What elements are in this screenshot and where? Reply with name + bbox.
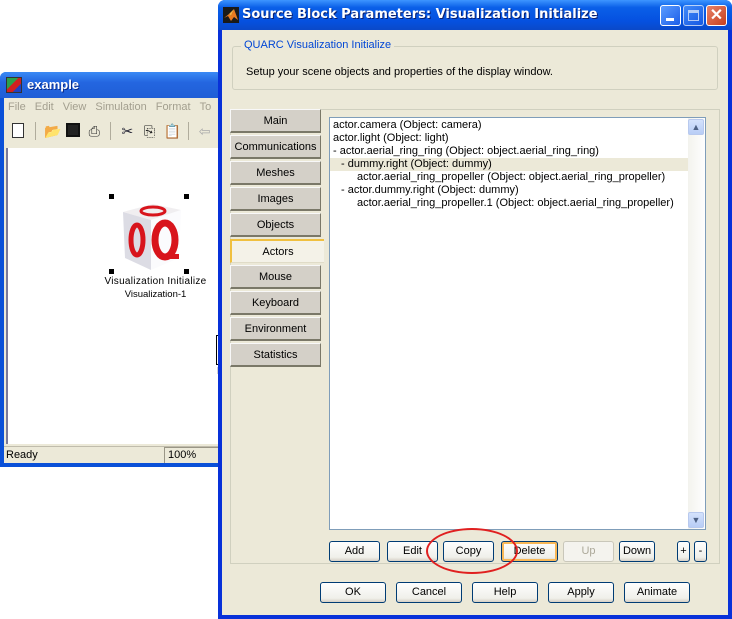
block-type-label: Visualization Initialize xyxy=(104,276,207,287)
copy-icon[interactable]: ⎘ xyxy=(141,123,157,139)
up-button[interactable]: Up xyxy=(563,541,614,562)
group-title: QUARC Visualization Initialize xyxy=(241,39,395,51)
selection-handle[interactable] xyxy=(109,194,114,199)
list-item[interactable]: actor.aerial_ring_propeller.1 (Object: o… xyxy=(330,197,688,210)
menu-file[interactable]: File xyxy=(8,98,26,116)
tab-strip: Main Communications Meshes Images Object… xyxy=(230,109,324,369)
simulink-window-title: example xyxy=(27,77,80,92)
tab-mouse[interactable]: Mouse xyxy=(230,265,321,289)
delete-button[interactable]: Delete xyxy=(501,541,558,562)
maximize-icon xyxy=(688,10,699,21)
cut-icon[interactable]: ✂ xyxy=(119,123,135,139)
selection-handle[interactable] xyxy=(109,269,114,274)
block-parameters-dialog: Source Block Parameters: Visualization I… xyxy=(218,0,732,619)
open-folder-icon[interactable]: 📂 xyxy=(44,123,61,139)
close-icon: ✕ xyxy=(709,7,724,24)
cancel-button[interactable]: Cancel xyxy=(396,582,462,603)
status-bar: Ready 100% xyxy=(4,446,224,463)
menu-view[interactable]: View xyxy=(63,98,87,116)
simulink-app-icon xyxy=(6,77,22,93)
list-item[interactable]: actor.camera (Object: camera) xyxy=(330,119,688,132)
menu-simulation[interactable]: Simulation xyxy=(95,98,146,116)
simulink-toolbar: 📂 ⎙ ✂ ⎘ 📋 ⇦ xyxy=(4,118,222,144)
list-item-selected[interactable]: - dummy.right (Object: dummy) xyxy=(330,158,688,171)
paste-icon[interactable]: 📋 xyxy=(164,123,181,139)
block-name-label[interactable]: Visualization-1 xyxy=(88,289,223,300)
edit-button[interactable]: Edit xyxy=(387,541,438,562)
menu-edit[interactable]: Edit xyxy=(35,98,54,116)
back-arrow-icon[interactable]: ⇦ xyxy=(197,123,213,139)
status-text: Ready xyxy=(6,449,38,461)
maximize-button[interactable] xyxy=(683,5,704,26)
save-icon[interactable] xyxy=(66,123,81,137)
chevron-up-icon: ▲ xyxy=(691,122,701,132)
animate-button[interactable]: Animate xyxy=(624,582,690,603)
simulink-model-window: example File Edit View Simulation Format To 📂… xyxy=(0,72,226,467)
list-item[interactable]: actor.light (Object: light) xyxy=(330,132,688,145)
vertical-scrollbar[interactable]: ▲ ▼ xyxy=(688,118,705,529)
tab-actors[interactable]: Actors xyxy=(230,239,324,263)
toolbar-separator xyxy=(187,122,189,140)
tab-statistics[interactable]: Statistics xyxy=(230,343,321,367)
simulink-body: File Edit View Simulation Format To 📂 ⎙ ✂ ⎘ 📋… xyxy=(4,98,226,463)
list-item[interactable]: - actor.dummy.right (Object: dummy) xyxy=(330,184,688,197)
zoom-level: 100% xyxy=(164,447,224,463)
tab-communications[interactable]: Communications xyxy=(230,135,321,159)
dialog-title-bar[interactable]: Source Block Parameters: Visualization I… xyxy=(218,0,732,30)
chevron-down-icon: ▼ xyxy=(691,515,701,525)
tab-images[interactable]: Images xyxy=(230,187,321,211)
help-button[interactable]: Help xyxy=(472,582,538,603)
down-button[interactable]: Down xyxy=(619,541,655,562)
selection-handle[interactable] xyxy=(184,194,189,199)
new-file-icon[interactable] xyxy=(12,123,24,138)
scroll-up-button[interactable]: ▲ xyxy=(688,119,704,135)
minimize-button[interactable] xyxy=(660,5,681,26)
group-description: Setup your scene objects and properties … xyxy=(246,66,553,78)
matlab-logo-icon xyxy=(223,7,239,23)
dialog-title: Source Block Parameters: Visualization I… xyxy=(242,7,598,22)
simulink-menu-bar: File Edit View Simulation Format To xyxy=(4,98,222,116)
list-item[interactable]: actor.aerial_ring_propeller (Object: obj… xyxy=(330,171,688,184)
description-group: QUARC Visualization Initialize Setup you… xyxy=(232,39,718,90)
tab-environment[interactable]: Environment xyxy=(230,317,321,341)
toolbar-separator xyxy=(35,122,37,140)
add-button[interactable]: Add xyxy=(329,541,380,562)
print-icon[interactable]: ⎙ xyxy=(86,123,102,139)
toolbar-separator xyxy=(110,122,112,140)
tab-objects[interactable]: Objects xyxy=(230,213,321,237)
collapse-button[interactable]: - xyxy=(694,541,707,562)
actors-list[interactable]: actor.camera (Object: camera) actor.ligh… xyxy=(329,117,706,530)
minimize-icon xyxy=(666,18,674,21)
tab-main[interactable]: Main xyxy=(230,109,321,133)
model-canvas[interactable]: Visualization Initialize Visualization-1… xyxy=(6,148,226,444)
scroll-down-button[interactable]: ▼ xyxy=(688,512,704,528)
tab-keyboard[interactable]: Keyboard xyxy=(230,291,321,315)
copy-button[interactable]: Copy xyxy=(443,541,494,562)
quarc-cube-block-icon[interactable] xyxy=(115,200,185,272)
close-button[interactable]: ✕ xyxy=(706,5,727,26)
tab-meshes[interactable]: Meshes xyxy=(230,161,321,185)
list-item[interactable]: - actor.aerial_ring_ring (Object: object… xyxy=(330,145,688,158)
menu-tools[interactable]: To xyxy=(200,98,212,116)
simulink-title-bar[interactable]: example xyxy=(0,72,222,98)
ok-button[interactable]: OK xyxy=(320,582,386,603)
expand-button[interactable]: + xyxy=(677,541,690,562)
apply-button[interactable]: Apply xyxy=(548,582,614,603)
dialog-body: QUARC Visualization Initialize Setup you… xyxy=(222,30,728,615)
menu-format[interactable]: Format xyxy=(156,98,191,116)
